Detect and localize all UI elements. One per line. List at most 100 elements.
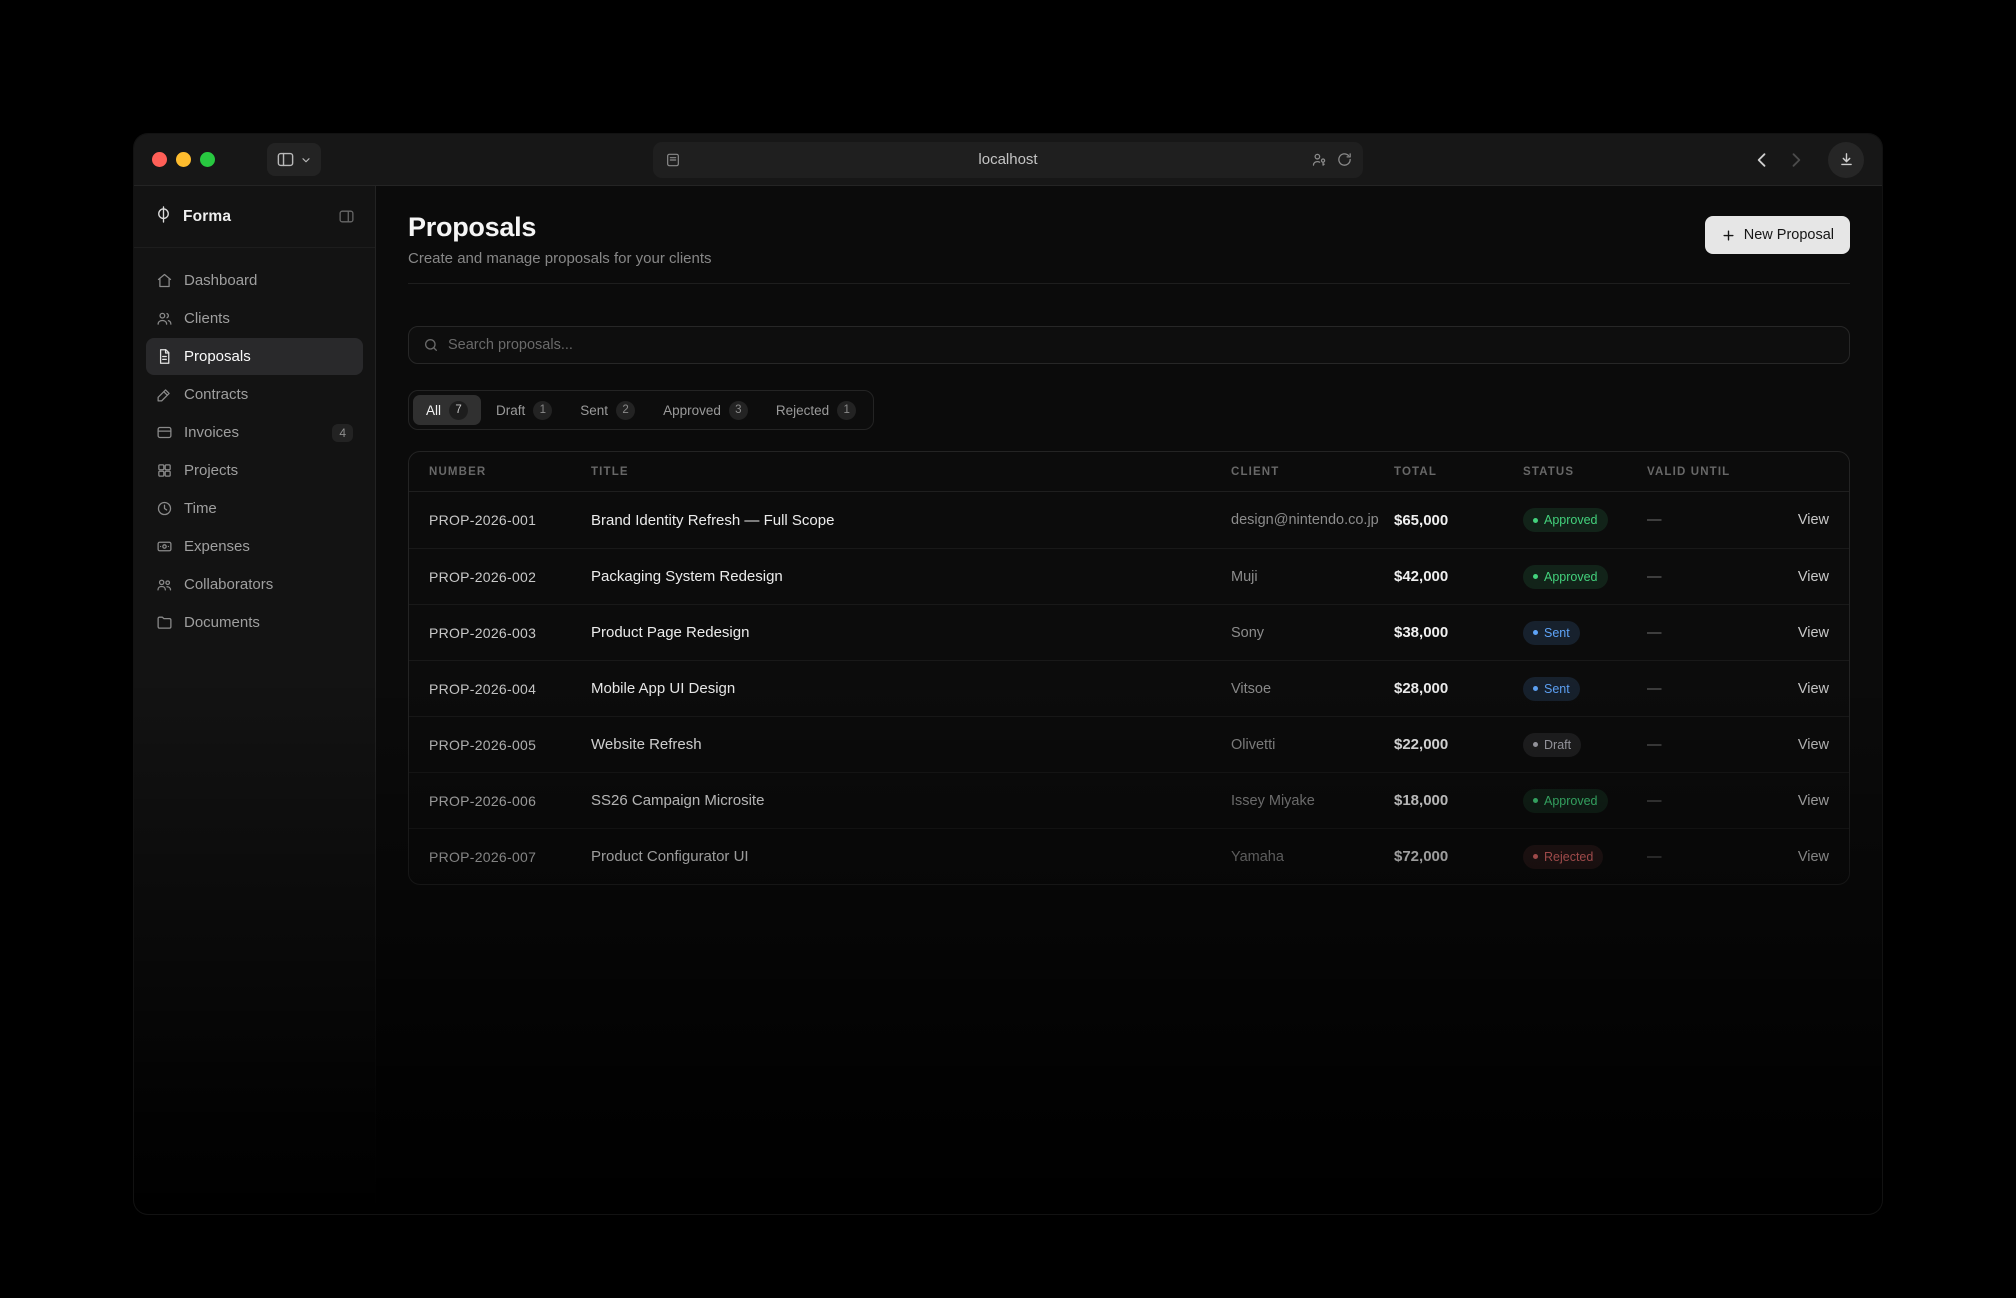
- filter-tabs: All 7 Draft 1 Sent 2 Approved 3 Rejected…: [408, 390, 874, 430]
- status-badge: Draft: [1523, 733, 1581, 757]
- proposal-number: PROP-2026-006: [429, 793, 591, 809]
- collapse-sidebar-button[interactable]: [338, 208, 355, 225]
- view-link[interactable]: View: [1767, 569, 1829, 585]
- search-bar: [408, 326, 1850, 364]
- proposal-total: $22,000: [1394, 736, 1523, 753]
- status-badge: Sent: [1523, 621, 1580, 645]
- status-dot: [1533, 630, 1538, 635]
- sidebar-item-label: Collaborators: [184, 576, 273, 593]
- folder-icon: [156, 614, 173, 631]
- sidebar-item-projects[interactable]: Projects: [146, 452, 363, 489]
- table-row: PROP-2026-007 Product Configurator UI Ya…: [409, 828, 1849, 884]
- downloads-button[interactable]: [1828, 142, 1864, 178]
- url-text: localhost: [978, 151, 1037, 168]
- status-badge: Sent: [1523, 677, 1580, 701]
- proposal-total: $42,000: [1394, 568, 1523, 585]
- back-button[interactable]: [1752, 150, 1772, 170]
- page-title: Proposals: [408, 212, 712, 243]
- proposal-number: PROP-2026-003: [429, 625, 591, 641]
- proposal-title: SS26 Campaign Microsite: [591, 792, 1231, 809]
- sidebar-item-contracts[interactable]: Contracts: [146, 376, 363, 413]
- filter-all[interactable]: All 7: [413, 395, 481, 425]
- chevron-down-icon: [300, 154, 312, 166]
- status-badge: Approved: [1523, 565, 1608, 589]
- filter-count: 2: [616, 401, 635, 420]
- table-row: PROP-2026-005 Website Refresh Olivetti $…: [409, 716, 1849, 772]
- proposal-title: Product Configurator UI: [591, 848, 1231, 865]
- search-input[interactable]: [448, 337, 1835, 353]
- view-link[interactable]: View: [1767, 681, 1829, 697]
- chevron-right-icon: [1786, 150, 1806, 170]
- sidebar-item-label: Time: [184, 500, 217, 517]
- status-dot: [1533, 798, 1538, 803]
- col-status: Status: [1523, 466, 1647, 478]
- forward-button[interactable]: [1786, 150, 1806, 170]
- main-content: Proposals Create and manage proposals fo…: [376, 186, 1882, 1214]
- sidebar-toggle-button[interactable]: [267, 143, 321, 176]
- sidebar-item-clients[interactable]: Clients: [146, 300, 363, 337]
- app-shell: Forma Dashboard Clients Proposals Contra…: [134, 186, 1882, 1214]
- sidebar-item-documents[interactable]: Documents: [146, 604, 363, 641]
- filter-count: 1: [837, 401, 856, 420]
- proposal-client: Yamaha: [1231, 849, 1394, 865]
- sidebar-item-label: Documents: [184, 614, 260, 631]
- browser-window: localhost Forma: [134, 134, 1882, 1214]
- minimize-button[interactable]: [176, 152, 191, 167]
- proposal-total: $18,000: [1394, 792, 1523, 809]
- grid-icon: [156, 462, 173, 479]
- reload-icon[interactable]: [1336, 151, 1353, 168]
- valid-until: —: [1647, 793, 1767, 809]
- new-proposal-label: New Proposal: [1744, 227, 1834, 243]
- banknote-icon: [156, 538, 173, 555]
- close-button[interactable]: [152, 152, 167, 167]
- status-dot: [1533, 686, 1538, 691]
- header-divider: [408, 283, 1850, 284]
- proposal-title: Brand Identity Refresh — Full Scope: [591, 512, 1231, 529]
- table-row: PROP-2026-002 Packaging System Redesign …: [409, 548, 1849, 604]
- zoom-button[interactable]: [200, 152, 215, 167]
- sidebar-item-proposals[interactable]: Proposals: [146, 338, 363, 375]
- chevron-left-icon: [1752, 150, 1772, 170]
- view-link[interactable]: View: [1767, 793, 1829, 809]
- col-client: Client: [1231, 466, 1394, 478]
- filter-approved[interactable]: Approved 3: [650, 395, 761, 425]
- col-valid-until: Valid until: [1647, 466, 1767, 478]
- filter-sent[interactable]: Sent 2: [567, 395, 648, 425]
- status-badge: Approved: [1523, 789, 1608, 813]
- new-proposal-button[interactable]: New Proposal: [1705, 216, 1850, 254]
- filter-rejected[interactable]: Rejected 1: [763, 395, 869, 425]
- sidebar-panel-icon: [276, 150, 295, 169]
- sidebar-item-label: Proposals: [184, 348, 251, 365]
- collaborators-icon: [156, 576, 173, 593]
- proposal-total: $65,000: [1394, 512, 1523, 529]
- proposal-number: PROP-2026-007: [429, 849, 591, 865]
- proposal-number: PROP-2026-002: [429, 569, 591, 585]
- table-body: PROP-2026-001 Brand Identity Refresh — F…: [409, 492, 1849, 884]
- sidebar-item-collaborators[interactable]: Collaborators: [146, 566, 363, 603]
- sidebar-item-label: Contracts: [184, 386, 248, 403]
- view-link[interactable]: View: [1767, 737, 1829, 753]
- view-link[interactable]: View: [1767, 625, 1829, 641]
- table-row: PROP-2026-006 SS26 Campaign Microsite Is…: [409, 772, 1849, 828]
- sidebar-item-expenses[interactable]: Expenses: [146, 528, 363, 565]
- document-icon: [156, 348, 173, 365]
- sidebar-item-time[interactable]: Time: [146, 490, 363, 527]
- proposal-client: Olivetti: [1231, 737, 1394, 753]
- view-link[interactable]: View: [1767, 512, 1829, 528]
- invoice-icon: [156, 424, 173, 441]
- address-bar[interactable]: localhost: [653, 142, 1363, 178]
- users-icon: [156, 310, 173, 327]
- sidebar-item-invoices[interactable]: Invoices 4: [146, 414, 363, 451]
- filter-draft[interactable]: Draft 1: [483, 395, 565, 425]
- filter-label: Approved: [663, 403, 721, 418]
- filter-label: Draft: [496, 403, 525, 418]
- status-dot: [1533, 854, 1538, 859]
- status-dot: [1533, 518, 1538, 523]
- sidebar-item-dashboard[interactable]: Dashboard: [146, 262, 363, 299]
- view-link[interactable]: View: [1767, 849, 1829, 865]
- col-title: Title: [591, 466, 1231, 478]
- proposal-title: Website Refresh: [591, 736, 1231, 753]
- passkey-icon[interactable]: [1311, 151, 1328, 168]
- table-row: PROP-2026-003 Product Page Redesign Sony…: [409, 604, 1849, 660]
- proposal-client: Vitsoe: [1231, 681, 1394, 697]
